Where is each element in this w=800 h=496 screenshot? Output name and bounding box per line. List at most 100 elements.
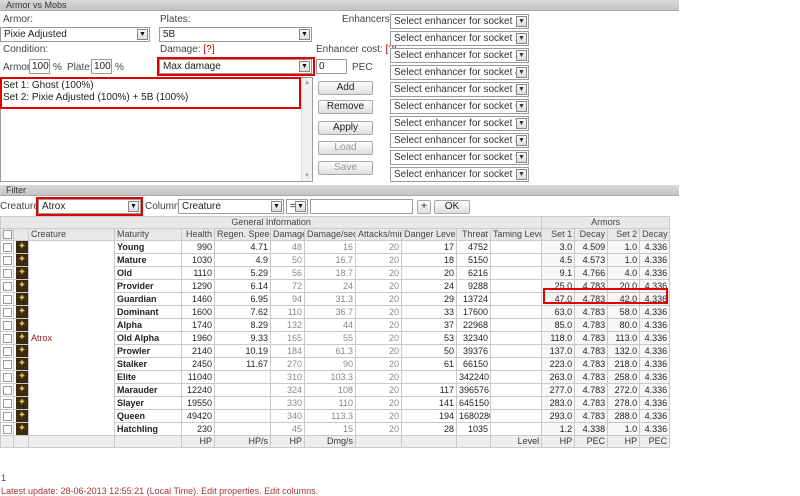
armor-condition-input[interactable]: 100 bbox=[29, 59, 50, 74]
col-taming-level[interactable]: Taming Level bbox=[489, 228, 543, 241]
col-creature[interactable]: Creature bbox=[28, 228, 115, 241]
apply-button[interactable]: Apply bbox=[318, 121, 373, 135]
col-set-2-decay[interactable]: Decay bbox=[639, 228, 671, 241]
attacks-per-min-cell: 20 bbox=[355, 370, 402, 384]
column-filter-select[interactable]: Creature ▼ bbox=[178, 199, 284, 214]
creature-filter-select[interactable]: Atrox ▼ bbox=[38, 199, 141, 214]
enhancer-socket-6-select[interactable]: Select enhancer for socket 6 ▼ bbox=[390, 99, 529, 114]
damage-help-link[interactable]: [?] bbox=[203, 44, 214, 55]
plates-select[interactable]: 5B ▼ bbox=[159, 27, 312, 42]
icon-column-header bbox=[13, 228, 29, 241]
row-checkbox[interactable] bbox=[0, 279, 14, 293]
row-checkbox[interactable] bbox=[0, 318, 14, 332]
row-checkbox[interactable] bbox=[0, 409, 14, 423]
col-health[interactable]: Health bbox=[181, 228, 215, 241]
enhancer-socket-1-select[interactable]: Select enhancer for socket 1 ▼ bbox=[390, 14, 529, 29]
col-regen-speed[interactable]: Regen. Speed bbox=[214, 228, 271, 241]
health-cell: 1960 bbox=[181, 331, 215, 345]
attacks-per-min-cell: 20 bbox=[355, 253, 402, 267]
maturity-cell: Queen bbox=[114, 409, 182, 423]
creature-type-icon: ✦ bbox=[13, 331, 29, 345]
set-item-2[interactable]: Set 2: Pixie Adjusted (100%) + 5B (100%) bbox=[3, 92, 188, 104]
table-row[interactable]: ✦ Atrox Young 990 4.71 48 16 20 17 4752 3.0 4.509 1.… bbox=[0, 240, 671, 436]
plate-percent-label: % bbox=[115, 62, 124, 73]
foot-checkbox bbox=[0, 435, 14, 448]
set-1-decay-cell: 4.783 bbox=[574, 383, 609, 397]
plate-condition-input[interactable]: 100 bbox=[91, 59, 112, 74]
row-checkbox[interactable] bbox=[0, 422, 14, 436]
damage-select[interactable]: Max damage ▼ bbox=[159, 59, 312, 74]
creature-name-link[interactable]: Atrox bbox=[28, 240, 115, 436]
enhancer-cost-label-text: Enhancer cost: bbox=[316, 44, 383, 55]
enhancer-socket-9-select[interactable]: Select enhancer for socket 9 ▼ bbox=[390, 150, 529, 165]
enhancer-cost-input[interactable]: 0 bbox=[316, 59, 347, 74]
remove-button[interactable]: Remove bbox=[318, 100, 373, 114]
row-checkbox[interactable] bbox=[0, 292, 14, 306]
ok-button[interactable]: OK bbox=[434, 200, 470, 214]
set-1-decay-cell: 4.573 bbox=[574, 253, 609, 267]
threat-cell: 645150 bbox=[456, 396, 491, 410]
danger-level-cell: 194 bbox=[401, 409, 457, 423]
enhancer-socket-8-select[interactable]: Select enhancer for socket 8 ▼ bbox=[390, 133, 529, 148]
plates-label: Plates: bbox=[160, 14, 191, 25]
row-checkbox[interactable] bbox=[0, 331, 14, 345]
set-1-cell: 4.5 bbox=[541, 253, 576, 267]
row-checkbox[interactable] bbox=[0, 240, 14, 254]
chevron-down-icon: ▼ bbox=[128, 201, 139, 212]
enhancer-socket-4-select[interactable]: Select enhancer for socket 4 ▼ bbox=[390, 65, 529, 80]
load-button[interactable]: Load bbox=[318, 141, 373, 155]
maturity-cell: Guardian bbox=[114, 292, 182, 306]
enhancer-socket-2-select[interactable]: Select enhancer for socket 2 ▼ bbox=[390, 31, 529, 46]
select-all-checkbox[interactable] bbox=[0, 228, 14, 241]
damage-cell: 184 bbox=[270, 344, 305, 358]
col-set-1-decay[interactable]: Decay bbox=[574, 228, 609, 241]
set-2-cell: 4.0 bbox=[607, 266, 641, 280]
set-2-cell: 218.0 bbox=[607, 357, 641, 371]
armor-select[interactable]: Pixie Adjusted ▼ bbox=[0, 27, 150, 42]
filter-value-input[interactable] bbox=[310, 199, 413, 214]
row-checkbox[interactable] bbox=[0, 383, 14, 397]
sets-scrollbar[interactable]: ▲ ▼ bbox=[301, 78, 312, 181]
row-checkbox[interactable] bbox=[0, 357, 14, 371]
set-2-decay-cell: 4.336 bbox=[639, 331, 671, 345]
foot-attacks-unit bbox=[401, 435, 457, 448]
health-cell: 2450 bbox=[181, 357, 215, 371]
row-checkbox[interactable] bbox=[0, 344, 14, 358]
row-checkbox[interactable] bbox=[0, 266, 14, 280]
row-checkbox[interactable] bbox=[0, 253, 14, 267]
col-set-1[interactable]: Set 1 bbox=[541, 228, 576, 241]
sets-listbox[interactable]: Set 1: Ghost (100%) Set 2: Pixie Adjuste… bbox=[0, 77, 313, 182]
enhancer-socket-5-select[interactable]: Select enhancer for socket 5 ▼ bbox=[390, 82, 529, 97]
threat-cell: 66150 bbox=[456, 357, 491, 371]
enhancer-socket-7-select[interactable]: Select enhancer for socket 7 ▼ bbox=[390, 116, 529, 131]
regen-speed-cell: 4.71 bbox=[214, 240, 271, 254]
maturity-cell: Provider bbox=[114, 279, 182, 293]
damage-cell: 310 bbox=[270, 370, 305, 384]
scroll-down-icon[interactable]: ▼ bbox=[302, 171, 312, 181]
col-danger-level[interactable]: Danger Level bbox=[401, 228, 457, 241]
creature-filter-value: Atrox bbox=[42, 201, 66, 212]
col-attacks-per-min[interactable]: Attacks/min bbox=[355, 228, 402, 241]
col-maturity[interactable]: Maturity bbox=[114, 228, 182, 241]
add-button[interactable]: Add bbox=[318, 81, 373, 95]
col-damage-per-sec[interactable]: Damage/sec bbox=[304, 228, 356, 241]
enhancer-socket-10-select[interactable]: Select enhancer for socket 10 ▼ bbox=[390, 167, 529, 182]
chevron-down-icon: ▼ bbox=[299, 61, 310, 72]
add-filter-button[interactable]: + bbox=[417, 200, 431, 214]
row-checkbox[interactable] bbox=[0, 305, 14, 319]
set-2-cell: 20.0 bbox=[607, 279, 641, 293]
enhancer-socket-3-select[interactable]: Select enhancer for socket 3 ▼ bbox=[390, 48, 529, 63]
set-item-1[interactable]: Set 1: Ghost (100%) bbox=[3, 80, 94, 92]
col-damage[interactable]: Damage bbox=[270, 228, 305, 241]
scroll-up-icon[interactable]: ▲ bbox=[302, 78, 312, 88]
health-cell: 49420 bbox=[181, 409, 215, 423]
col-set-2[interactable]: Set 2 bbox=[607, 228, 641, 241]
operator-select[interactable]: = ▼ bbox=[286, 199, 308, 214]
foot-maturity: HP bbox=[181, 435, 215, 448]
set-1-cell: 47.0 bbox=[541, 292, 576, 306]
save-button[interactable]: Save bbox=[318, 161, 373, 175]
row-checkbox[interactable] bbox=[0, 396, 14, 410]
attacks-per-min-cell: 20 bbox=[355, 305, 402, 319]
row-checkbox[interactable] bbox=[0, 370, 14, 384]
col-threat[interactable]: Threat bbox=[456, 228, 491, 241]
